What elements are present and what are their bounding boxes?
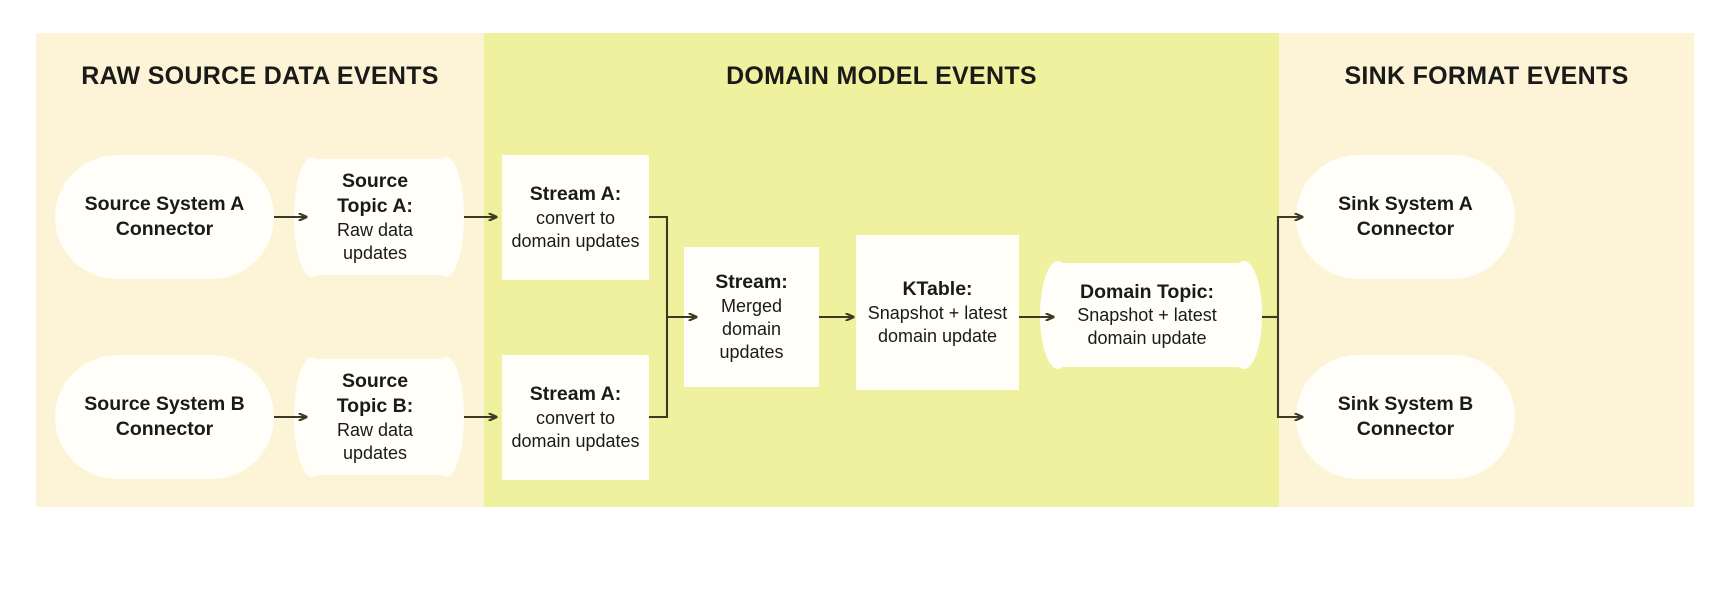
node-domain-topic[interactable]: Domain Topic: Snapshot + latest domain u… bbox=[1040, 261, 1262, 369]
node-label-group: Source Topic B: Raw data updates bbox=[312, 359, 438, 475]
node-sink-system-b-connector[interactable]: Sink System B Connector bbox=[1296, 355, 1515, 479]
node-subtitle: Snapshot + latest domain update bbox=[1077, 305, 1217, 349]
node-title: Domain Topic: bbox=[1080, 280, 1214, 303]
node-label-group: Source Topic A: Raw data updates bbox=[312, 159, 438, 275]
node-title: Sink System A Connector bbox=[1338, 193, 1473, 240]
node-title: Source System B Connector bbox=[84, 393, 245, 440]
pipeline-diagram: RAW SOURCE DATA EVENTS DOMAIN MODEL EVEN… bbox=[36, 33, 1694, 507]
node-subtitle: Snapshot + latest domain update bbox=[867, 302, 1008, 346]
node-subtitle: Raw data updates bbox=[336, 219, 414, 263]
node-source-topic-b[interactable]: Source Topic B: Raw data updates bbox=[294, 357, 464, 477]
node-title: Stream: bbox=[715, 271, 788, 294]
node-title: Source Topic A: bbox=[337, 170, 413, 217]
node-source-system-a-connector[interactable]: Source System A Connector bbox=[55, 155, 274, 279]
panel-title-sink: SINK FORMAT EVENTS bbox=[1344, 62, 1629, 90]
node-title: Sink System B Connector bbox=[1337, 393, 1474, 440]
node-subtitle: convert to domain updates bbox=[511, 407, 640, 451]
node-stream-merged[interactable]: Stream: Merged domain updates bbox=[684, 247, 819, 387]
node-stream-a-bottom[interactable]: Stream A: convert to domain updates bbox=[502, 355, 649, 480]
node-title: Stream A: bbox=[529, 383, 622, 406]
node-title: Source Topic B: bbox=[336, 370, 414, 417]
node-title: Source System A Connector bbox=[84, 193, 245, 240]
node-subtitle: convert to domain updates bbox=[511, 207, 640, 251]
node-label-group: Domain Topic: Snapshot + latest domain u… bbox=[1058, 263, 1236, 367]
node-ktable[interactable]: KTable: Snapshot + latest domain update bbox=[856, 235, 1019, 390]
node-subtitle: Raw data updates bbox=[336, 419, 414, 463]
node-sink-system-a-connector[interactable]: Sink System A Connector bbox=[1296, 155, 1515, 279]
panel-title-raw: RAW SOURCE DATA EVENTS bbox=[81, 62, 439, 90]
node-stream-a-top[interactable]: Stream A: convert to domain updates bbox=[502, 155, 649, 280]
panel-title-domain: DOMAIN MODEL EVENTS bbox=[726, 62, 1037, 90]
node-title: Stream A: bbox=[529, 183, 622, 206]
node-subtitle: Merged domain updates bbox=[719, 295, 784, 362]
node-source-topic-a[interactable]: Source Topic A: Raw data updates bbox=[294, 157, 464, 277]
node-source-system-b-connector[interactable]: Source System B Connector bbox=[55, 355, 274, 479]
node-title: KTable: bbox=[902, 278, 973, 301]
